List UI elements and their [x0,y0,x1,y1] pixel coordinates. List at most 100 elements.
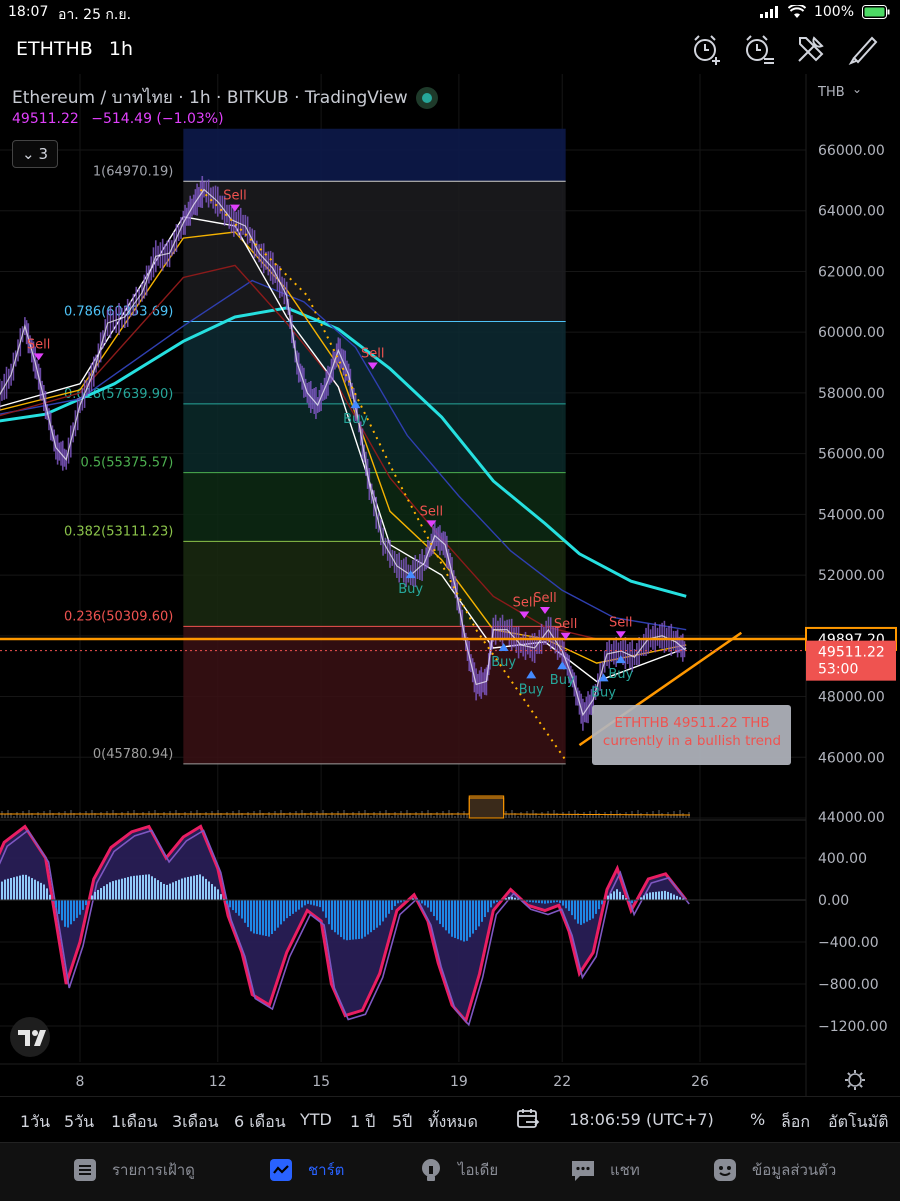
buy-signal-label: Buy [519,682,544,697]
session-clock[interactable]: 18:06:59 (UTC+7) [569,1110,714,1129]
tradingview-logo-dot [32,1030,38,1036]
tab-profile[interactable]: ข้อมูลส่วนตัว [712,1157,836,1183]
legend-change: −514.49 (−1.03%) [91,111,224,127]
range-bar: 1วัน 5วัน 1เดือน 3เดือน 6 เดือน YTD 1 ปี… [0,1096,900,1143]
time-axis-tick: 22 [553,1074,571,1090]
wifi-icon [787,5,806,18]
alarm-list-icon[interactable] [742,32,776,66]
oscillator-axis-tick: −400.00 [818,935,879,951]
price-axis-tick: 60000.00 [818,325,885,341]
range-1y[interactable]: 1 ปี [350,1110,375,1135]
buy-signal-label: Buy [343,412,368,427]
battery-icon [862,5,890,19]
oscillator-axis-tick: 0.00 [818,893,849,909]
annotation-line-2: currently in a bullish trend [603,733,781,749]
log-toggle[interactable]: ล็อก [781,1110,810,1135]
status-date: อา. 25 ก.ย. [58,7,132,23]
battery-percent: 100% [813,4,854,20]
chart-legend: Ethereum / บาทไทย · 1h · BITKUB · Tradin… [12,84,438,111]
sell-signal-label: Sell [361,347,384,362]
legend-title: Ethereum / บาทไทย · 1h · BITKUB · Tradin… [12,88,408,108]
fib-level-label: 0(45780.94) [93,747,173,762]
fib-zone [183,541,566,627]
symbol-selector[interactable]: ETHTHB 1h [16,38,133,60]
time-axis-tick: 15 [312,1074,330,1090]
draw-icon[interactable] [846,32,880,66]
tab-chat[interactable]: แชท [570,1157,640,1183]
sell-signal-label: Sell [420,504,443,519]
legend-price: 49511.22 [12,111,79,127]
tab-chart[interactable]: ชาร์ต [268,1157,344,1183]
price-axis-tick: 64000.00 [818,204,885,220]
tab-ideas-label: ไอเดีย [458,1161,499,1179]
bar-countdown-text: 53:00 [818,662,858,678]
market-status-icon [415,86,438,109]
buy-signal-label: Buy [491,655,516,670]
status-right: 100% [759,4,890,20]
range-5y[interactable]: 5ปี [392,1110,412,1135]
oscillator-axis-tick: 400.00 [818,851,867,867]
time-axis-tick: 8 [76,1074,85,1090]
price-axis-tick: 46000.00 [818,750,885,766]
range-3m[interactable]: 3เดือน [172,1110,219,1135]
chevron-down-icon: ⌄ [852,82,862,96]
range-ytd[interactable]: YTD [300,1110,332,1129]
tab-chat-label: แชท [610,1161,640,1179]
price-chart[interactable]: 1(64970.19)0.786(60353.69)0.618(57639.90… [0,74,900,1096]
fib-level-label: 0.5(55375.57) [80,456,173,471]
price-axis-tick: 66000.00 [818,143,885,159]
percent-toggle[interactable]: % [750,1110,765,1129]
auto-toggle[interactable]: อัตโนมัติ [828,1110,888,1135]
fib-zone [183,626,566,764]
legend-values: 49511.22 −514.49 (−1.03%) [12,111,224,127]
range-1d[interactable]: 1วัน [20,1110,50,1135]
chat-icon [572,1161,594,1181]
price-axis-tick: 52000.00 [818,568,885,584]
symbol-name: ETHTHB [16,38,93,60]
price-axis-tick: 44000.00 [818,810,885,826]
time-axis-tick: 12 [209,1074,227,1090]
tab-chart-label: ชาร์ต [308,1161,345,1179]
goto-date-icon[interactable] [516,1108,540,1134]
range-all[interactable]: ทั้งหมด [428,1110,478,1135]
indicators-collapse-button[interactable]: ⌄ 3 [12,140,58,168]
tab-ideas[interactable]: ไอเดีย [418,1157,498,1183]
sell-signal-label: Sell [609,615,632,630]
oscillator-axis-tick: −800.00 [818,977,879,993]
buy-signal-label: Buy [398,582,423,597]
buy-signal-label: Buy [550,673,575,688]
annotation-line-1: ETHTHB 49511.22 THB [614,715,769,731]
tools-icon[interactable] [794,32,828,66]
ideas-icon [422,1159,440,1181]
indicator-count: 3 [38,145,49,163]
buy-signal-label: Buy [608,667,633,682]
status-bar: 18:07 อา. 25 ก.ย. 100% [0,0,900,26]
price-axis-tick: 58000.00 [818,386,885,402]
currency-selector: THB [817,85,845,100]
price-axis-tick: 48000.00 [818,690,885,706]
status-time: 18:07 [8,4,49,20]
profile-icon [714,1159,736,1181]
alarm-add-icon[interactable] [690,32,724,66]
interval-label[interactable]: 1h [109,38,133,60]
buy-signal-label: Buy [591,685,616,700]
watchlist-icon [74,1159,96,1181]
range-1m[interactable]: 1เดือน [111,1110,158,1135]
time-axis-tick: 19 [450,1074,468,1090]
sell-signal-label: Sell [27,337,50,352]
tab-watchlist-label: รายการเฝ้าดู [112,1161,195,1179]
sell-signal-label: Sell [533,591,556,606]
oscillator-axis-tick: −1200.00 [818,1019,888,1035]
tab-profile-label: ข้อมูลส่วนตัว [752,1161,837,1179]
chevron-down-icon: ⌄ [21,145,35,163]
tab-watchlist[interactable]: รายการเฝ้าดู [72,1157,195,1183]
range-5d[interactable]: 5วัน [64,1110,94,1135]
sell-signal-label: Sell [554,617,577,632]
bottom-tab-bar: รายการเฝ้าดู ชาร์ต ไอเดีย แชท ข้อมูลส่วน… [0,1142,900,1201]
volume-spike [468,795,505,819]
chart-header: ETHTHB 1h [0,26,900,74]
range-6m[interactable]: 6 เดือน [234,1110,286,1135]
fib-zone [183,403,566,473]
chart-icon [270,1159,292,1181]
fib-level-label: 0.382(53111.23) [64,524,173,539]
